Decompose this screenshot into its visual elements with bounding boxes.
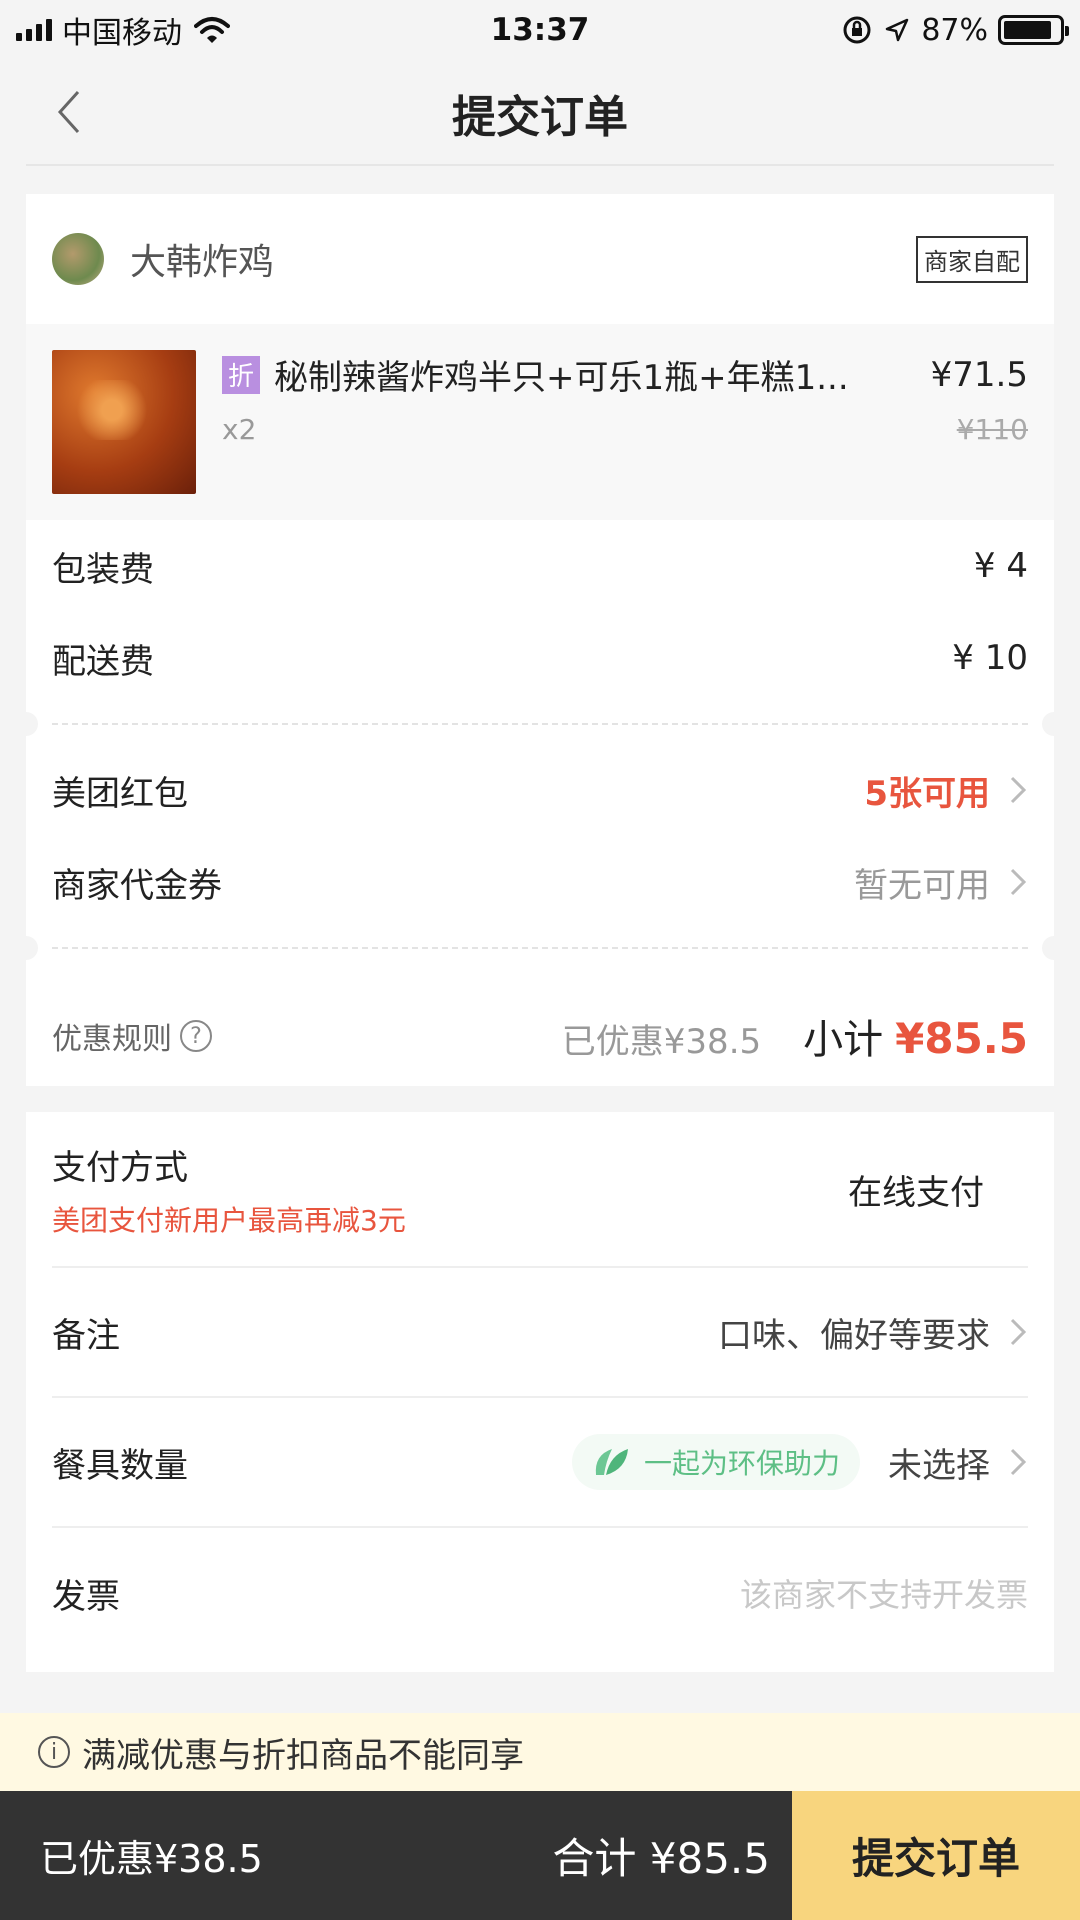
eco-text: 一起为环保助力: [643, 1447, 840, 1480]
delivery-fee-value: ¥ 10: [952, 638, 1028, 678]
invoice-label: 发票: [52, 1576, 120, 1617]
chevron-left-icon: [57, 90, 80, 134]
leaf-icon: [595, 1449, 628, 1475]
submit-order-button[interactable]: 提交订单: [792, 1791, 1080, 1920]
voucher-label: 商家代金券: [52, 865, 222, 906]
battery-icon: [998, 15, 1069, 45]
back-button[interactable]: [44, 82, 94, 142]
item-name: 秘制辣酱炸鸡半只+可乐1瓶+年糕1...: [274, 358, 849, 398]
subtotal-row: 优惠规则 ? 已优惠¥38.5 小计 ¥85.5: [26, 968, 1054, 1104]
shop-avatar: [52, 233, 104, 285]
page-title: 提交订单: [452, 92, 628, 143]
payment-method-label: 支付方式: [52, 1147, 188, 1188]
tableware-label: 餐具数量: [52, 1445, 188, 1486]
bottom-saved: 已优惠¥38.5: [40, 1837, 263, 1881]
red-packet-label: 美团红包: [52, 773, 188, 814]
subtotal-label: 小计: [803, 1017, 884, 1063]
tableware-value: 未选择: [888, 1445, 990, 1486]
tableware-row[interactable]: 餐具数量 一起为环保助力 未选择: [52, 1398, 1028, 1528]
carrier-name: 中国移动: [62, 16, 182, 51]
voucher-value: 暂无可用: [854, 865, 990, 906]
chevron-right-icon: [1010, 1318, 1027, 1346]
wifi-icon: [194, 17, 230, 43]
payment-method-value: 在线支付: [848, 1172, 984, 1213]
delivery-fee-row: 配送费 ¥ 10: [26, 612, 1054, 704]
shop-name: 大韩炸鸡: [130, 242, 275, 283]
saved-amount: 已优惠¥38.5: [561, 1022, 762, 1062]
battery-percent: 87%: [921, 12, 988, 48]
item-image: [52, 350, 196, 494]
order-card: 大韩炸鸡 商家自配 折 秘制辣酱炸鸡半只+可乐1瓶+年糕1... ¥71.5 x…: [14, 194, 1066, 1086]
red-packet-row[interactable]: 美团红包 5张可用: [26, 744, 1054, 836]
location-arrow-icon: [886, 18, 909, 42]
voucher-row[interactable]: 商家代金券 暂无可用: [26, 836, 1054, 928]
invoice-value: 该商家不支持开发票: [739, 1576, 1028, 1614]
signal-icon: [16, 19, 52, 41]
notice-bar: i 满减优惠与折扣商品不能同享: [0, 1713, 1080, 1791]
packaging-fee-row: 包装费 ¥ 4: [26, 520, 1054, 612]
delivery-fee-label: 配送费: [52, 641, 154, 682]
help-icon: ?: [180, 1020, 212, 1052]
discount-rules-label: 优惠规则: [52, 1022, 172, 1057]
remark-label: 备注: [52, 1315, 120, 1356]
item-original-price: ¥110: [956, 413, 1028, 446]
item-quantity: x2: [222, 413, 257, 446]
dashed-divider: [14, 704, 1066, 744]
remark-placeholder: 口味、偏好等要求: [718, 1315, 990, 1356]
shop-header[interactable]: 大韩炸鸡 商家自配: [26, 194, 1054, 324]
item-price: ¥71.5: [930, 354, 1028, 395]
info-icon: i: [38, 1736, 70, 1768]
dashed-divider: [14, 928, 1066, 968]
notice-text: 满减优惠与折扣商品不能同享: [82, 1735, 524, 1776]
checkout-bar: 已优惠¥38.5 合计 ¥85.5 提交订单: [0, 1791, 1080, 1920]
invoice-row: 发票 该商家不支持开发票: [52, 1528, 1028, 1658]
orientation-lock-icon: [843, 16, 871, 44]
remark-row[interactable]: 备注 口味、偏好等要求: [52, 1268, 1028, 1398]
subtotal-value: ¥85.5: [895, 1014, 1028, 1063]
delivery-tag: 商家自配: [916, 235, 1028, 283]
status-bar: 中国移动 13:37 87%: [0, 0, 1080, 60]
payment-method-row[interactable]: 支付方式 美团支付新用户最高再减3元 在线支付: [52, 1112, 1028, 1268]
bottom-total: 合计 ¥85.5: [552, 1834, 770, 1883]
options-card: 支付方式 美团支付新用户最高再减3元 在线支付 备注 口味、偏好等要求 餐具数量…: [26, 1112, 1054, 1672]
packaging-fee-label: 包装费: [52, 549, 154, 590]
eco-badge: 一起为环保助力: [571, 1434, 860, 1490]
payment-promo: 美团支付新用户最高再减3元: [52, 1203, 406, 1237]
nav-bar: 提交订单: [0, 60, 1080, 166]
red-packet-value: 5张可用: [864, 773, 990, 814]
discount-rules-link[interactable]: 优惠规则 ?: [52, 1014, 212, 1058]
order-item: 折 秘制辣酱炸鸡半只+可乐1瓶+年糕1... ¥71.5 x2 ¥110: [26, 324, 1054, 520]
chevron-right-icon: [1010, 868, 1027, 896]
discount-badge: 折: [222, 355, 260, 394]
divider: [26, 164, 1054, 166]
packaging-fee-value: ¥ 4: [973, 546, 1028, 586]
chevron-right-icon: [1010, 776, 1027, 804]
chevron-right-icon: [1010, 1448, 1027, 1476]
